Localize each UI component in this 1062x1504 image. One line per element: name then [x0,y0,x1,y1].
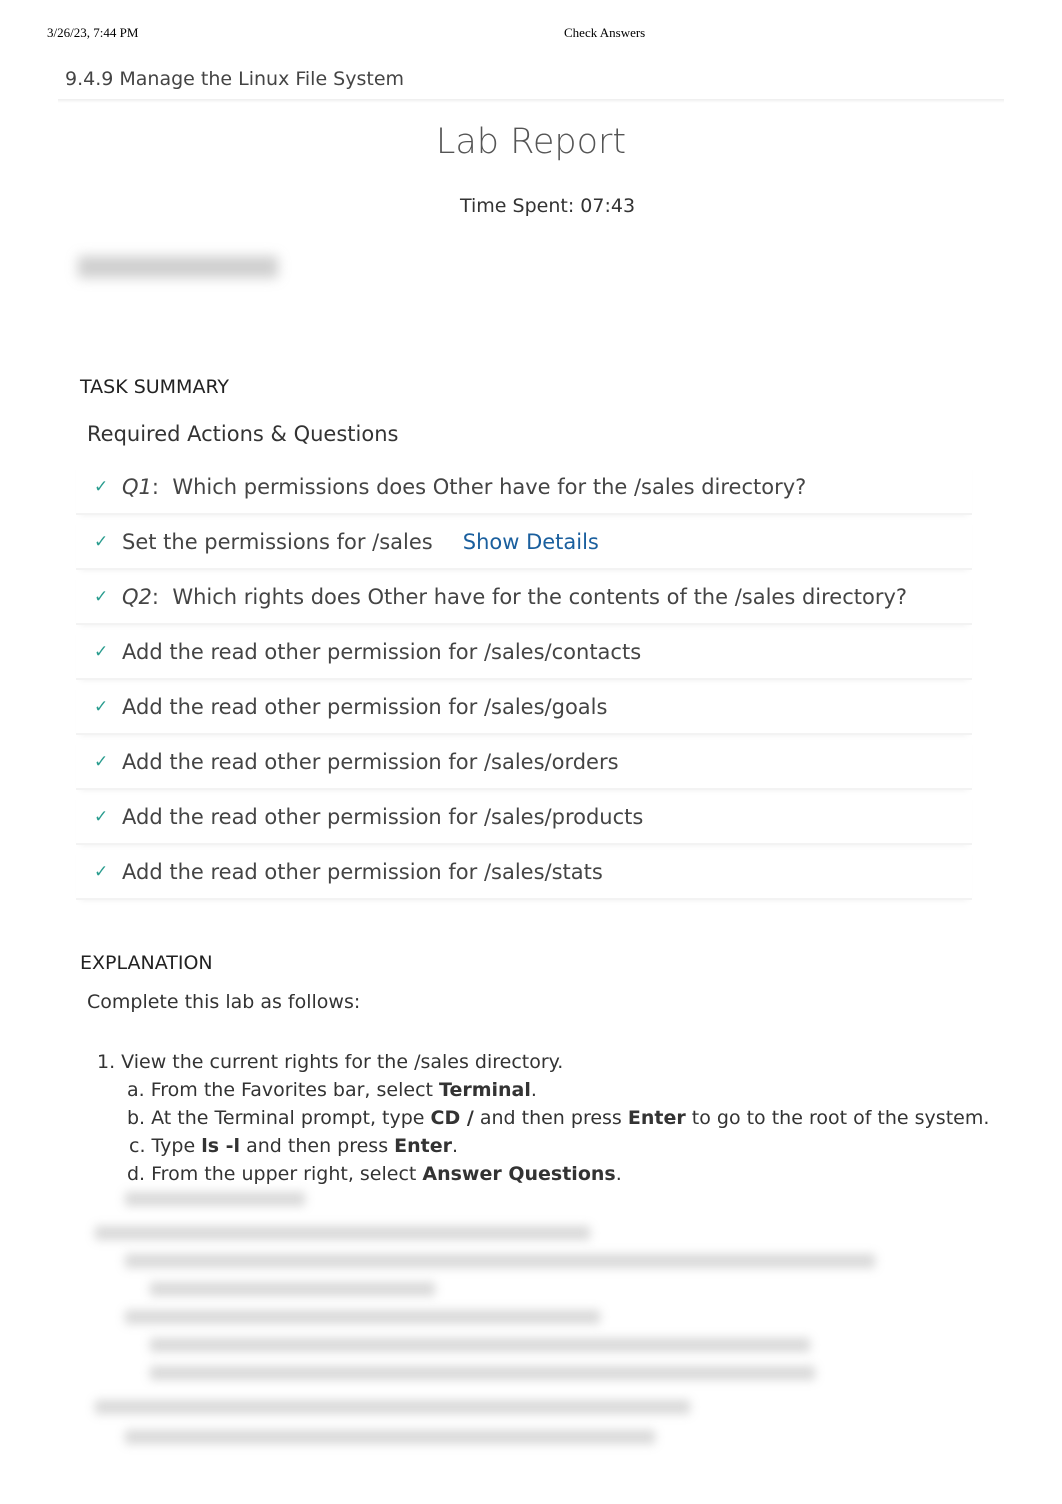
task-text: Add the read other permission for /sales… [122,749,619,774]
score-blurred [78,256,278,278]
step-1c: c. Type ls -l and then press Enter. [129,1135,459,1157]
step-1: 1. View the current rights for the /sale… [97,1051,564,1073]
check-icon: ✓ [94,641,109,662]
explanation-intro: Complete this lab as follows: [87,991,361,1013]
task-item: ✓ Add the read other permission for /sale… [76,625,972,680]
report-title: Lab Report [435,122,627,162]
task-item: ✓ Q2: Which rights does Other have for th… [76,570,972,625]
question-label: Q1 [122,474,152,499]
task-text: Which rights does Other have for the con… [172,584,908,609]
check-icon: ✓ [94,806,109,827]
task-item: ✓ Add the read other permission for /sale… [76,735,972,790]
task-text: Which permissions does Other have for th… [172,474,807,499]
explanation-steps: 1. View the current rights for the /sale… [97,1048,989,1188]
task-list: ✓ Q1: Which permissions does Other have f… [76,460,972,900]
check-icon: ✓ [94,476,109,497]
colon: : [151,474,173,499]
task-text: Add the read other permission for /sales… [122,804,644,829]
time-spent: Time Spent: 07:43 [460,195,636,217]
task-item: ✓ Set the permissions for /sales Show Deta… [76,515,972,570]
task-item: ✓ Q1: Which permissions does Other have f… [76,460,972,515]
divider [58,99,1004,103]
show-details-link[interactable]: Show Details [463,530,599,554]
task-item: ✓ Add the read other permission for /sale… [76,845,972,900]
print-page-title: Check Answers [564,25,646,40]
step-1b: b. At the Terminal prompt, type CD / and… [127,1107,990,1129]
print-datetime: 3/26/23, 7:44 PM [47,25,139,40]
explanation-heading: EXPLANATION [80,952,213,974]
task-text: Add the read other permission for /sales… [122,694,608,719]
colon: : [151,584,173,609]
step-1d: d. From the upper right, select Answer Q… [127,1163,622,1185]
question-label: Q2 [122,584,152,609]
check-icon: ✓ [94,586,109,607]
check-icon: ✓ [94,861,109,882]
check-icon: ✓ [94,751,109,772]
task-summary-heading: TASK SUMMARY [80,376,230,398]
task-item: ✓ Add the read other permission for /sale… [76,790,972,845]
task-item: ✓ Add the read other permission for /sale… [76,680,972,735]
step-1a: a. From the Favorites bar, select Termin… [127,1079,537,1101]
required-actions-heading: Required Actions & Questions [87,422,399,446]
task-text: Add the read other permission for /sales… [122,639,642,664]
task-text: Set the permissions for /sales [122,529,433,554]
task-text: Add the read other permission for /sales… [122,859,603,884]
check-icon: ✓ [94,696,109,717]
check-icon: ✓ [94,531,109,552]
course-title: 9.4.9 Manage the Linux File System [65,68,405,90]
